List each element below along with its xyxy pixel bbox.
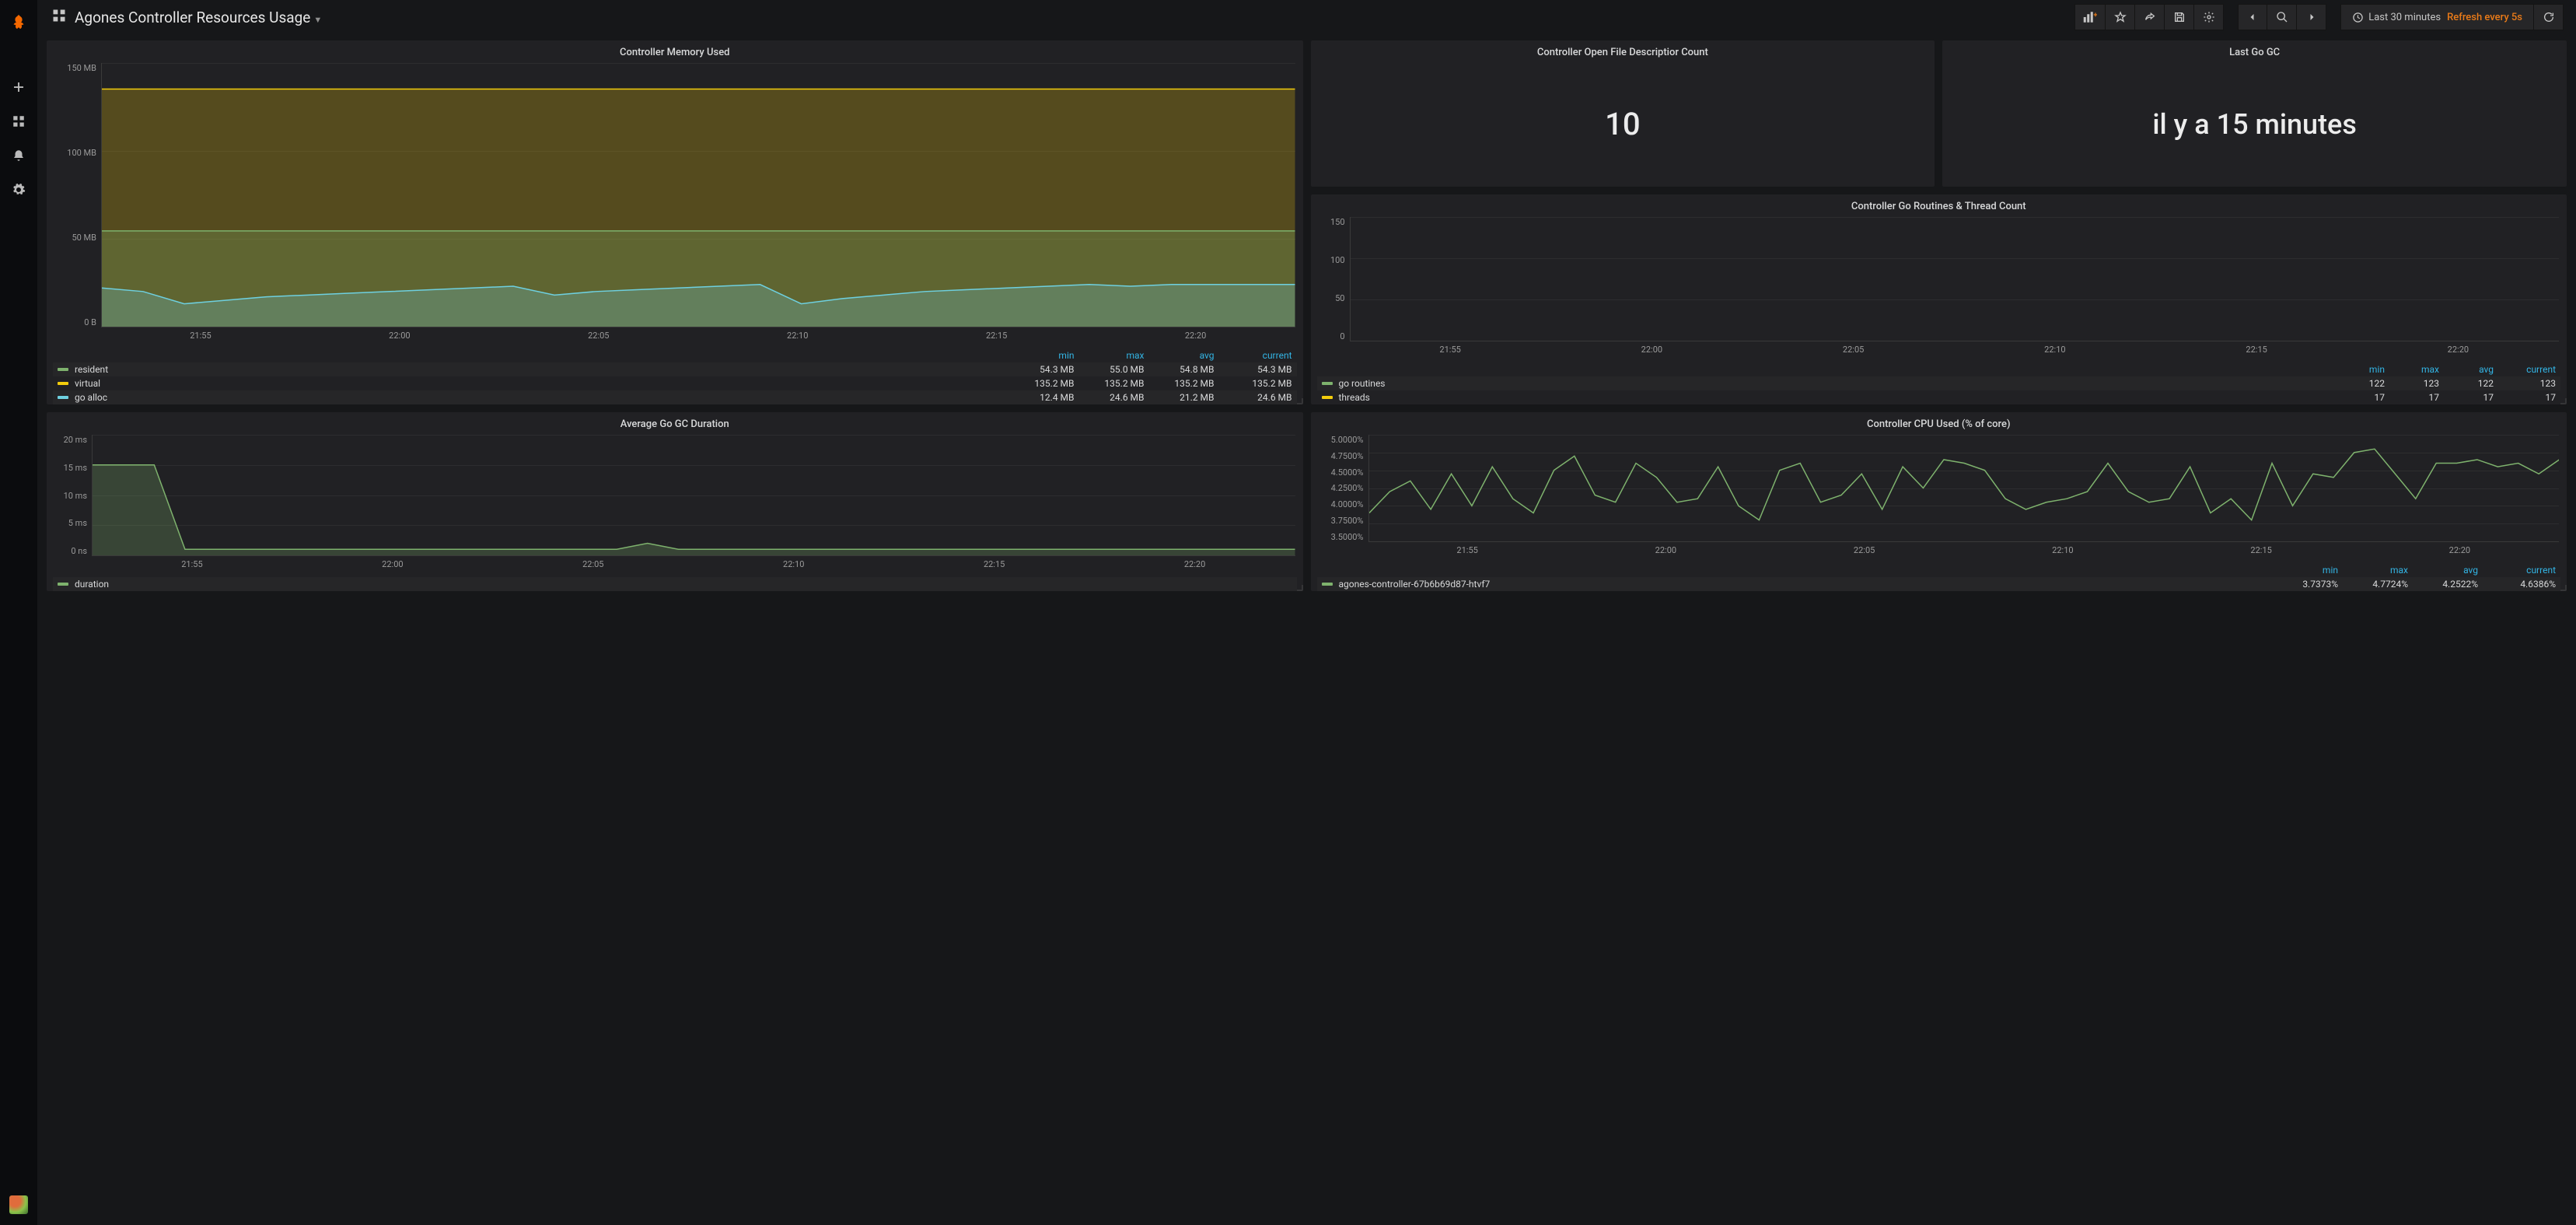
- resize-handle-icon[interactable]: [2560, 398, 2567, 404]
- chart: 150100500 21:5522:0022:0522:1022:1522:20: [1311, 215, 2567, 358]
- panel-last-gc[interactable]: Last Go GC il y a 15 minutes: [1942, 40, 2567, 187]
- add-panel-button[interactable]: +: [2074, 4, 2106, 30]
- time-nav: [2238, 4, 2326, 30]
- stat-value: il y a 15 minutes: [1942, 61, 2567, 187]
- legend-row[interactable]: agones-controller-67b6b69d87-htvf73.7373…: [1317, 577, 2561, 591]
- dashboards-icon[interactable]: [51, 8, 67, 26]
- side-nav: [0, 0, 37, 1225]
- legend-row[interactable]: go routines122123122123: [1317, 376, 2561, 390]
- chevron-down-icon: ▼: [313, 15, 322, 25]
- legend: min max avg current go routines122123122…: [1311, 362, 2567, 404]
- legend: min max avg current agones-controller-67…: [1311, 563, 2567, 591]
- save-button[interactable]: [2165, 4, 2194, 30]
- legend: duration: [47, 577, 1303, 591]
- panel-title: Last Go GC: [1942, 40, 2567, 61]
- legend-row[interactable]: duration: [53, 577, 1297, 591]
- refresh-button[interactable]: [2534, 4, 2564, 30]
- share-button[interactable]: [2135, 4, 2165, 30]
- panel-memory[interactable]: Controller Memory Used 150 MB100 MB50 MB…: [47, 40, 1303, 404]
- resize-handle-icon[interactable]: [1297, 585, 1303, 591]
- panel-gc-duration[interactable]: Average Go GC Duration 20 ms15 ms10 ms5 …: [47, 412, 1303, 591]
- resize-handle-icon[interactable]: [2560, 585, 2567, 591]
- user-avatar[interactable]: [9, 1195, 28, 1214]
- legend-row[interactable]: threads17171717: [1317, 390, 2561, 404]
- time-next-button[interactable]: [2297, 4, 2326, 30]
- legend-row[interactable]: virtual135.2 MB135.2 MB135.2 MB135.2 MB: [53, 376, 1297, 390]
- topbar: Agones Controller Resources Usage▼ +: [37, 0, 2576, 34]
- stat-value: 10: [1311, 61, 1935, 187]
- panel-title: Controller Memory Used: [47, 40, 1303, 61]
- panel-cpu[interactable]: Controller CPU Used (% of core) 5.0000%4…: [1311, 412, 2567, 591]
- grafana-logo[interactable]: [0, 5, 37, 39]
- nav-create-icon[interactable]: [0, 70, 37, 104]
- time-prev-button[interactable]: [2238, 4, 2267, 30]
- panel-title: Average Go GC Duration: [47, 412, 1303, 433]
- y-axis: 150100500: [1319, 217, 1350, 341]
- toolbar: +: [2074, 4, 2224, 30]
- chart: 5.0000%4.7500%4.5000%4.2500%4.0000%3.750…: [1311, 433, 2567, 558]
- legend-row[interactable]: resident54.3 MB55.0 MB54.8 MB54.3 MB: [53, 362, 1297, 376]
- dashboard-title[interactable]: Agones Controller Resources Usage▼: [75, 9, 322, 26]
- time-range-button[interactable]: Last 30 minutes Refresh every 5s: [2340, 4, 2534, 30]
- panel-title: Controller CPU Used (% of core): [1311, 412, 2567, 433]
- dashboard-grid: Controller Open File Descriptior Count 1…: [37, 34, 2576, 1225]
- time-range-label: Last 30 minutes: [2368, 12, 2441, 23]
- panel-title: Controller Go Routines & Thread Count: [1311, 194, 2567, 215]
- panel-title: Controller Open File Descriptior Count: [1311, 40, 1935, 61]
- nav-config-icon[interactable]: [0, 173, 37, 207]
- refresh-rate-label: Refresh every 5s: [2447, 12, 2522, 23]
- x-axis: 21:5522:0022:0522:1022:1522:20: [92, 556, 1295, 569]
- panel-fd-count[interactable]: Controller Open File Descriptior Count 1…: [1311, 40, 1935, 187]
- time-picker: Last 30 minutes Refresh every 5s: [2340, 4, 2564, 30]
- x-axis: 21:5522:0022:0522:1022:1522:20: [1350, 341, 2560, 355]
- panel-routines[interactable]: Controller Go Routines & Thread Count 15…: [1311, 194, 2567, 404]
- x-axis: 21:5522:0022:0522:1022:1522:20: [101, 327, 1295, 341]
- nav-dashboards-icon[interactable]: [0, 104, 37, 138]
- chart: 150 MB100 MB50 MB0 B 21:5522:0022:0522:1…: [47, 61, 1303, 344]
- nav-alerting-icon[interactable]: [0, 138, 37, 173]
- star-button[interactable]: [2106, 4, 2135, 30]
- stat-row: Controller Open File Descriptior Count 1…: [1311, 40, 2567, 187]
- y-axis: 20 ms15 ms10 ms5 ms0 ns: [54, 435, 92, 556]
- x-axis: 21:5522:0022:0522:1022:1522:20: [1368, 542, 2560, 555]
- y-axis: 150 MB100 MB50 MB0 B: [54, 63, 101, 327]
- svg-text:+: +: [2094, 12, 2098, 19]
- legend-row[interactable]: go alloc12.4 MB24.6 MB21.2 MB24.6 MB: [53, 390, 1297, 404]
- legend: min max avg current resident54.3 MB55.0 …: [47, 348, 1303, 404]
- zoom-button[interactable]: [2267, 4, 2297, 30]
- chart: 20 ms15 ms10 ms5 ms0 ns 21:5522:0022:052…: [47, 433, 1303, 572]
- settings-button[interactable]: [2194, 4, 2224, 30]
- y-axis: 5.0000%4.7500%4.5000%4.2500%4.0000%3.750…: [1319, 435, 1368, 542]
- resize-handle-icon[interactable]: [1297, 398, 1303, 404]
